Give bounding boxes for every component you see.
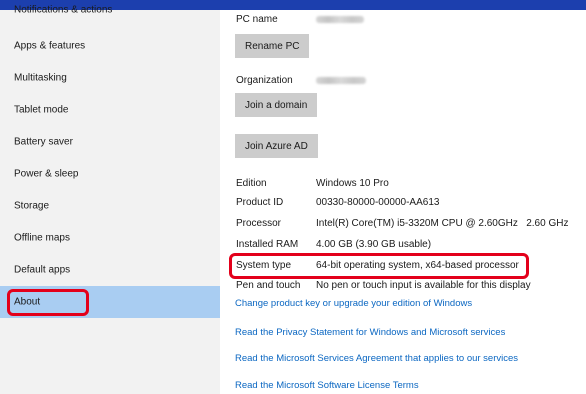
spec-value-processor: Intel(R) Core(TM) i5-3320M CPU @ 2.60GHz… [316,218,569,229]
spec-label-pen-touch: Pen and touch [236,280,301,291]
join-azure-ad-button[interactable]: Join Azure AD [235,134,318,158]
spec-value-edition: Windows 10 Pro [316,178,389,189]
pc-name-value-redacted [316,16,364,23]
sidebar-item-label: Tablet mode [14,104,69,116]
spec-label-product-id: Product ID [236,197,284,208]
sidebar-item-power-sleep[interactable]: Power & sleep [0,158,220,190]
rename-pc-button[interactable]: Rename PC [235,34,310,58]
organization-value-redacted [316,77,366,84]
spec-value-product-id: 00330-80000-00000-AA613 [316,197,440,208]
system-type-highlight-box [229,253,529,279]
change-product-key-link[interactable]: Change product key or upgrade your editi… [235,298,472,309]
about-panel: PC name Rename PC Organization Join a do… [220,10,586,394]
sidebar-item-battery-saver[interactable]: Battery saver [0,126,220,158]
sidebar-item-label: Power & sleep [14,168,79,180]
about-highlight-box [7,289,89,316]
privacy-statement-link[interactable]: Read the Privacy Statement for Windows a… [235,327,505,338]
spec-label-processor: Processor [236,218,282,229]
spec-label-edition: Edition [236,178,267,189]
spec-label-installed-ram: Installed RAM [236,239,299,250]
spec-value-installed-ram: 4.00 GB (3.90 GB usable) [316,239,432,250]
sidebar-item-label: Multitasking [14,72,67,84]
join-domain-button[interactable]: Join a domain [235,93,318,117]
services-agreement-link[interactable]: Read the Microsoft Services Agreement th… [235,353,518,364]
sidebar-item-label: Apps & features [14,40,86,52]
sidebar-item-offline-maps[interactable]: Offline maps [0,222,220,254]
sidebar-item-label: Offline maps [14,232,70,244]
settings-sidebar: Notifications & actions Apps & features … [0,4,220,394]
sidebar-item-label: Notifications & actions [14,4,113,16]
pc-name-label: PC name [236,14,278,25]
sidebar-item-default-apps[interactable]: Default apps [0,254,220,286]
sidebar-item-tablet-mode[interactable]: Tablet mode [0,94,220,126]
spec-value-pen-touch: No pen or touch input is available for t… [316,280,531,291]
sidebar-item-multitasking[interactable]: Multitasking [0,62,220,94]
sidebar-item-label: Storage [14,200,50,212]
sidebar-item-label: Battery saver [14,136,73,148]
sidebar-item-storage[interactable]: Storage [0,190,220,222]
sidebar-item-label: Default apps [14,264,71,276]
organization-label: Organization [236,75,293,86]
sidebar-item-apps-features[interactable]: Apps & features [0,30,220,62]
license-terms-link[interactable]: Read the Microsoft Software License Term… [235,380,419,391]
